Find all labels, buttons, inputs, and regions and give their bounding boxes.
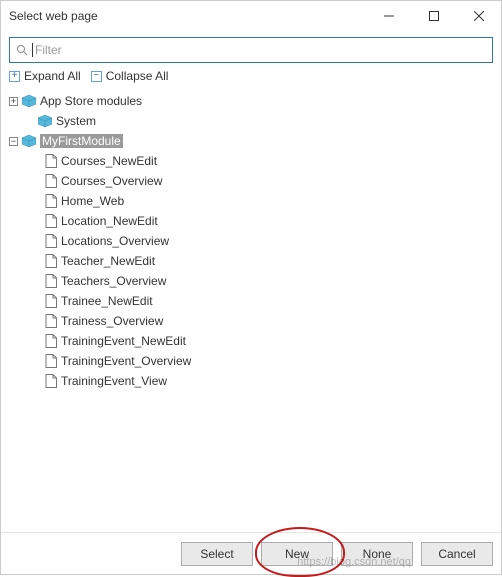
- page-icon: [45, 334, 57, 348]
- select-label: Select: [200, 547, 233, 561]
- titlebar: Select web page: [1, 1, 501, 31]
- button-bar: https://blog.csdn.net/qq Select New None…: [1, 532, 501, 574]
- tree-node-page[interactable]: TrainingEvent_Overview: [9, 351, 493, 371]
- cancel-button[interactable]: Cancel: [421, 542, 493, 566]
- tree-node-page[interactable]: Teacher_NewEdit: [9, 251, 493, 271]
- tree-label: Locations_Overview: [61, 234, 169, 248]
- tree-label: Teachers_Overview: [61, 274, 166, 288]
- expander-collapsed-icon[interactable]: +: [9, 97, 18, 106]
- tree-node-page[interactable]: Locations_Overview: [9, 231, 493, 251]
- page-icon: [45, 154, 57, 168]
- close-icon: [474, 11, 484, 21]
- tree-label: Teacher_NewEdit: [61, 254, 155, 268]
- tree-node-page[interactable]: Courses_Overview: [9, 171, 493, 191]
- tree-node-page[interactable]: Trainee_NewEdit: [9, 291, 493, 311]
- tree-node-page[interactable]: TrainingEvent_View: [9, 371, 493, 391]
- tree-view[interactable]: + App Store modules + System − MyFirstMo…: [9, 89, 493, 524]
- expand-collapse-toolbar: + Expand All − Collapse All: [9, 69, 493, 83]
- text-caret: [32, 43, 33, 57]
- tree-label: App Store modules: [40, 94, 142, 108]
- window-controls: [366, 1, 501, 31]
- page-icon: [45, 174, 57, 188]
- select-button[interactable]: Select: [181, 542, 253, 566]
- page-icon: [45, 294, 57, 308]
- window-title: Select web page: [9, 9, 366, 23]
- page-icon: [45, 214, 57, 228]
- tree-label: Location_NewEdit: [61, 214, 158, 228]
- none-label: None: [363, 547, 392, 561]
- tree-label: Courses_Overview: [61, 174, 162, 188]
- maximize-icon: [429, 11, 439, 21]
- module-icon: [22, 95, 36, 107]
- filter-input[interactable]: Filter: [9, 37, 493, 63]
- tree-label: TrainingEvent_Overview: [61, 354, 191, 368]
- page-icon: [45, 254, 57, 268]
- module-icon: [22, 135, 36, 147]
- tree-label: TrainingEvent_View: [61, 374, 167, 388]
- page-icon: [45, 374, 57, 388]
- tree-node-page[interactable]: Courses_NewEdit: [9, 151, 493, 171]
- none-button[interactable]: None: [341, 542, 413, 566]
- new-label: New: [285, 547, 309, 561]
- minus-box-icon: −: [91, 71, 102, 82]
- expand-all-button[interactable]: + Expand All: [9, 69, 81, 83]
- page-icon: [45, 314, 57, 328]
- cancel-label: Cancel: [438, 547, 475, 561]
- tree-label: Courses_NewEdit: [61, 154, 157, 168]
- module-icon: [38, 115, 52, 127]
- search-icon: [16, 44, 28, 56]
- collapse-all-button[interactable]: − Collapse All: [91, 69, 169, 83]
- tree-node-page[interactable]: Location_NewEdit: [9, 211, 493, 231]
- filter-placeholder: Filter: [35, 43, 62, 57]
- plus-box-icon: +: [9, 71, 20, 82]
- tree-node-page[interactable]: Teachers_Overview: [9, 271, 493, 291]
- tree-label: Trainee_NewEdit: [61, 294, 153, 308]
- tree-label: Home_Web: [61, 194, 124, 208]
- collapse-all-label: Collapse All: [106, 69, 169, 83]
- minimize-button[interactable]: [366, 1, 411, 31]
- new-button[interactable]: New: [261, 542, 333, 566]
- minimize-icon: [384, 11, 394, 21]
- page-icon: [45, 274, 57, 288]
- tree-node-system[interactable]: + System: [9, 111, 493, 131]
- tree-node-page[interactable]: TrainingEvent_NewEdit: [9, 331, 493, 351]
- maximize-button[interactable]: [411, 1, 456, 31]
- tree-node-appstore[interactable]: + App Store modules: [9, 91, 493, 111]
- page-icon: [45, 194, 57, 208]
- page-icon: [45, 354, 57, 368]
- tree-node-mymodule[interactable]: − MyFirstModule: [9, 131, 493, 151]
- tree-node-page[interactable]: Trainess_Overview: [9, 311, 493, 331]
- tree-label-selected: MyFirstModule: [40, 134, 123, 148]
- close-button[interactable]: [456, 1, 501, 31]
- tree-label: System: [56, 114, 96, 128]
- expander-expanded-icon[interactable]: −: [9, 137, 18, 146]
- page-icon: [45, 234, 57, 248]
- tree-label: TrainingEvent_NewEdit: [61, 334, 186, 348]
- dialog-window: Select web page Filter + Expand All: [0, 0, 502, 575]
- tree-node-page[interactable]: Home_Web: [9, 191, 493, 211]
- dialog-body: Filter + Expand All − Collapse All + App…: [1, 31, 501, 532]
- tree-label: Trainess_Overview: [61, 314, 163, 328]
- expand-all-label: Expand All: [24, 69, 81, 83]
